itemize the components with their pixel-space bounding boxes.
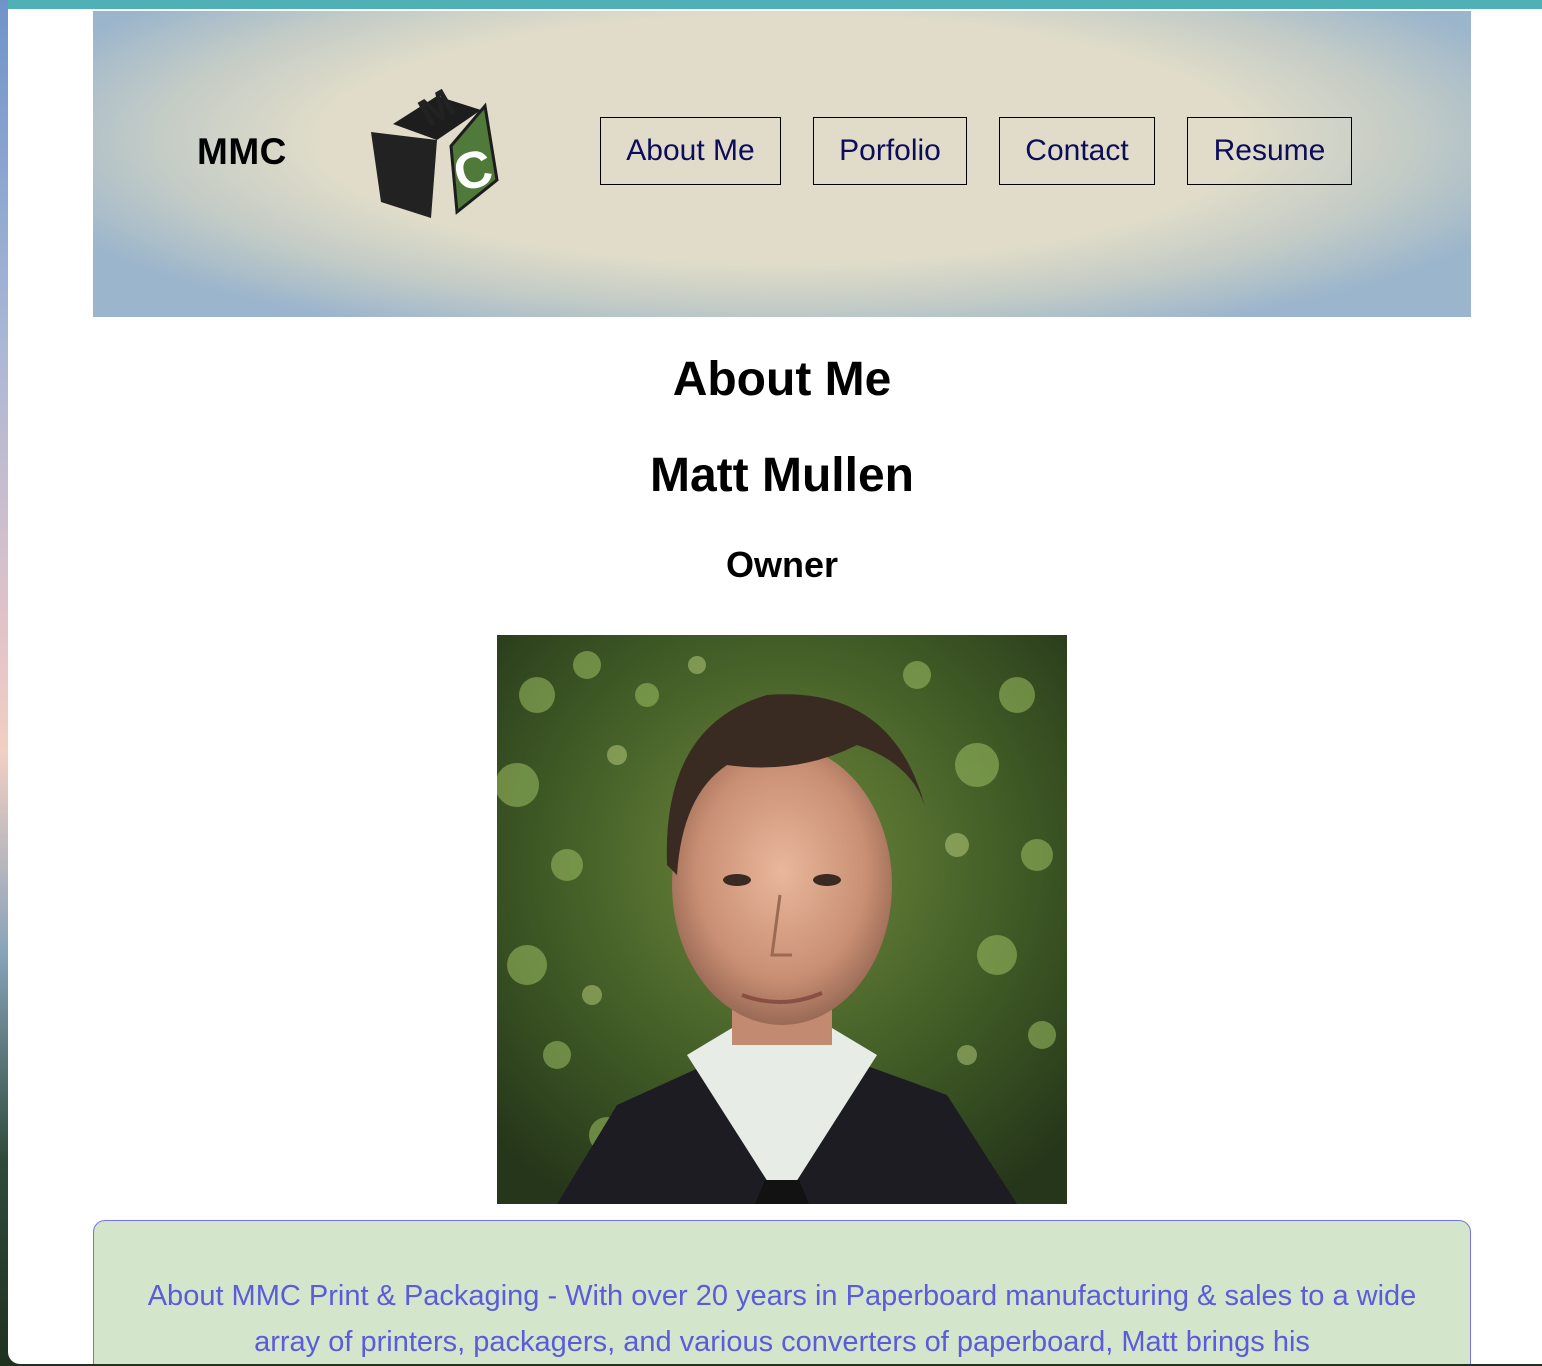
nav-about-me-button[interactable]: About Me bbox=[600, 117, 781, 185]
about-description-box: About MMC Print & Packaging - With over … bbox=[93, 1220, 1471, 1364]
brand-name[interactable]: MMC bbox=[197, 131, 287, 173]
about-description-text: About MMC Print & Packaging - With over … bbox=[147, 1280, 1417, 1358]
page-title: About Me bbox=[672, 353, 892, 406]
nav-resume-button[interactable]: Resume bbox=[1187, 117, 1352, 185]
top-accent-strip bbox=[8, 0, 1542, 9]
mmc-cube-logo-icon[interactable]: M M C bbox=[371, 84, 503, 218]
site-header: MMC M M C About Me Porfolio Contact Resu… bbox=[93, 11, 1471, 317]
person-role: Owner bbox=[725, 544, 839, 585]
profile-photo bbox=[497, 635, 1067, 1204]
person-name: Matt Mullen bbox=[650, 449, 914, 502]
nav-portfolio-button[interactable]: Porfolio bbox=[813, 117, 967, 185]
nav-contact-button[interactable]: Contact bbox=[999, 117, 1155, 185]
browser-window: MMC M M C About Me Porfolio Contact Resu… bbox=[8, 0, 1542, 1364]
